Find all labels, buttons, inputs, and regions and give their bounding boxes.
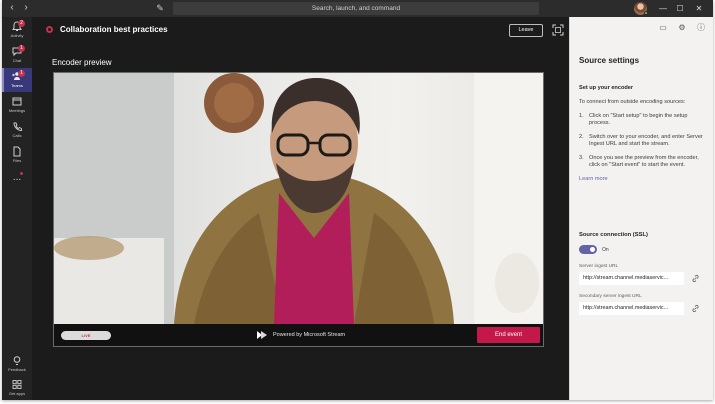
expand-icon[interactable] xyxy=(552,24,564,36)
title-bar: ‹ › ✎ Search, launch, and command — ☐ ✕ xyxy=(2,0,713,17)
encoder-preview-heading: Encoder preview xyxy=(52,58,112,67)
meeting-header: Collaboration best practices Leave xyxy=(32,17,569,43)
more-notification-dot xyxy=(20,172,23,175)
panel-title: Source settings xyxy=(579,56,640,65)
rail-label: Teams xyxy=(11,83,23,88)
step-number: 2. xyxy=(579,134,584,140)
step-number: 3. xyxy=(579,155,584,161)
search-input[interactable]: Search, launch, and command xyxy=(173,2,539,15)
phone-icon xyxy=(13,122,22,131)
gear-icon[interactable]: ⚙ xyxy=(677,23,687,33)
chevron-left-icon[interactable]: ‹ xyxy=(6,2,18,14)
microsoft-stream-icon xyxy=(257,331,267,339)
app-bar: 2 Activity 1 Chat 1 Teams Meetings Calls… xyxy=(2,17,32,400)
step-text: Click on "Start setup" to begin the setu… xyxy=(589,113,688,126)
encoder-control-bar: LIVE Powered by Microsoft Stream End eve… xyxy=(54,324,543,346)
recording-icon xyxy=(46,26,53,33)
rail-label: Get apps xyxy=(8,391,26,396)
leave-button[interactable]: Leave xyxy=(509,24,543,37)
presenter-video-image xyxy=(54,73,543,324)
apps-icon xyxy=(12,380,22,389)
video-feed xyxy=(54,73,543,324)
rail-label: Chat xyxy=(12,58,22,63)
rail-label: Files xyxy=(12,158,22,163)
rail-item-activity[interactable]: 2 Activity xyxy=(2,18,32,42)
activity-badge: 2 xyxy=(18,20,25,27)
end-event-button[interactable]: End event xyxy=(477,327,540,343)
rail-item-teams[interactable]: 1 Teams xyxy=(2,68,32,92)
presence-status-icon xyxy=(644,11,648,15)
setup-instructions: Set up your encoder To connect from outs… xyxy=(579,85,709,183)
ssl-heading: Source connection (SSL) xyxy=(579,232,648,238)
rail-label: Calls xyxy=(12,133,22,138)
copy-link-icon[interactable] xyxy=(691,274,700,283)
ssl-toggle[interactable] xyxy=(579,245,597,254)
info-icon[interactable]: ⓘ xyxy=(696,23,706,33)
secondary-url-field[interactable]: http://stream.channel.mediaservic... xyxy=(579,302,684,315)
maximize-button[interactable]: ☐ xyxy=(673,2,687,15)
setup-intro: To connect from outside encoding sources… xyxy=(579,99,686,105)
panel-toolbar: ▭ ⚙ ⓘ xyxy=(570,17,713,39)
rail-label: Activity xyxy=(10,33,24,38)
close-button[interactable]: ✕ xyxy=(692,2,706,15)
chat-panel-icon[interactable]: ▭ xyxy=(658,23,668,33)
live-status-badge: LIVE xyxy=(61,331,111,340)
rail-item-files[interactable]: Files xyxy=(2,143,32,167)
chevron-right-icon[interactable]: › xyxy=(20,2,32,14)
setup-step: 3. Once you see the preview from the enc… xyxy=(579,155,709,169)
source-settings-panel: ▭ ⚙ ⓘ Source settings Set up your encode… xyxy=(569,17,713,400)
teams-badge: 1 xyxy=(18,70,25,77)
rail-item-chat[interactable]: 1 Chat xyxy=(2,43,32,67)
rail-item-meetings[interactable]: Meetings xyxy=(2,93,32,117)
lightbulb-icon xyxy=(13,356,21,365)
rail-item-more[interactable]: ... xyxy=(2,169,32,193)
meeting-title: Collaboration best practices xyxy=(60,25,168,34)
server-url-label: Server ingest URL xyxy=(579,264,619,269)
step-number: 1. xyxy=(579,113,584,119)
copy-link-icon[interactable] xyxy=(691,304,700,313)
setup-heading: Set up your encoder xyxy=(579,85,634,91)
rail-item-get-apps[interactable]: Get apps xyxy=(2,376,32,400)
learn-more-link[interactable]: Learn more xyxy=(579,176,709,183)
rail-label: Feedback xyxy=(8,367,26,372)
step-text: Switch over to your encoder, and enter S… xyxy=(589,134,703,147)
calendar-icon xyxy=(12,97,22,106)
minimize-button[interactable]: — xyxy=(656,2,670,15)
encoder-preview: LIVE Powered by Microsoft Stream End eve… xyxy=(53,72,544,347)
powered-by-text: Powered by Microsoft Stream xyxy=(273,332,346,338)
rail-item-calls[interactable]: Calls xyxy=(2,118,32,142)
chat-badge: 1 xyxy=(18,45,25,52)
rail-label: Meetings xyxy=(8,108,26,113)
teams-window: ‹ › ✎ Search, launch, and command — ☐ ✕ … xyxy=(2,0,713,400)
compose-icon[interactable]: ✎ xyxy=(154,2,166,14)
ssl-state-label: On xyxy=(602,247,609,253)
step-text: Once you see the preview from the encode… xyxy=(589,155,699,168)
more-icon: ... xyxy=(12,172,22,183)
rail-item-feedback[interactable]: Feedback xyxy=(2,352,32,376)
secondary-url-label: Secondary server ingest URL xyxy=(579,294,642,299)
setup-step: 2. Switch over to your encoder, and ente… xyxy=(579,134,709,148)
setup-step: 1. Click on "Start setup" to begin the s… xyxy=(579,113,709,127)
server-url-field[interactable]: http://stream.channel.mediaservic... xyxy=(579,272,684,285)
file-icon xyxy=(13,146,21,157)
